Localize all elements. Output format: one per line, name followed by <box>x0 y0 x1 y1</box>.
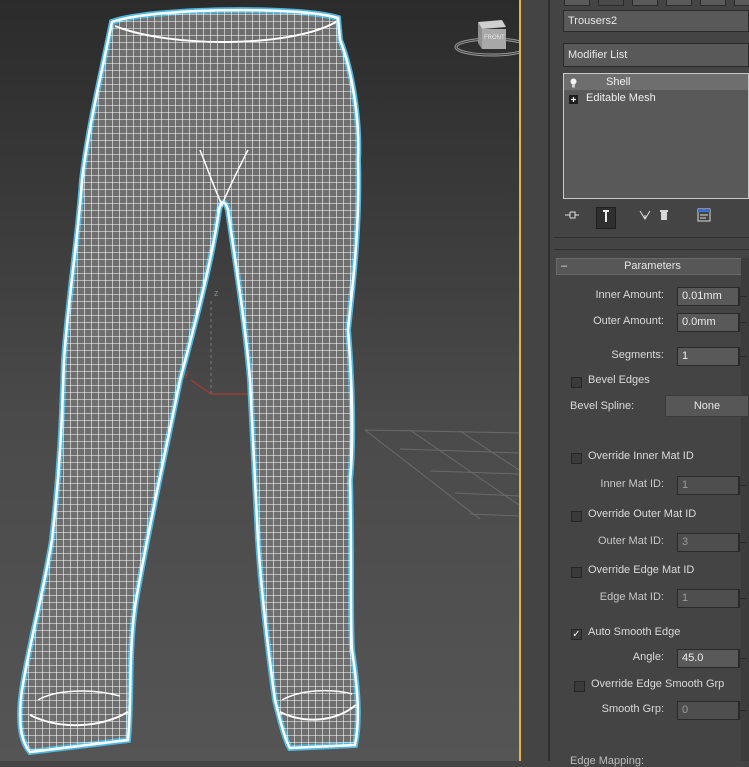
outer-amount-label: Outer Amount: <box>593 315 664 327</box>
smooth-grp-spinner[interactable] <box>739 701 747 720</box>
tab-utilities[interactable] <box>734 0 749 6</box>
panel-scrollbar[interactable] <box>741 258 749 761</box>
remove-modifier-icon[interactable] <box>654 207 674 229</box>
override-edge-mat-checkbox[interactable] <box>571 567 582 578</box>
stack-item-editable-mesh[interactable]: Editable Mesh <box>564 90 748 106</box>
edge-mapping-label: Edge Mapping: <box>570 755 644 767</box>
smooth-grp-input[interactable]: 0 <box>677 701 739 720</box>
tab-display[interactable] <box>700 0 726 6</box>
expand-plus-icon[interactable] <box>569 93 578 104</box>
perspective-viewport[interactable]: z y FRONT <box>0 0 519 761</box>
parameters-rollout-header[interactable]: – Parameters <box>556 258 749 275</box>
modifier-stack[interactable]: Shell Editable Mesh <box>563 73 749 199</box>
make-unique-icon[interactable] <box>635 207 655 229</box>
inner-amount-label: Inner Amount: <box>595 289 665 301</box>
command-panel-tabs[interactable] <box>560 0 749 6</box>
angle-input[interactable]: 45.0 <box>677 649 739 668</box>
bevel-spline-label: Bevel Spline: <box>570 400 635 412</box>
pin-stack-icon[interactable] <box>562 207 582 229</box>
outer-amount-input[interactable]: 0.0mm <box>677 313 739 332</box>
override-edge-mat-label: Override Edge Mat ID <box>588 564 695 576</box>
tab-modify[interactable] <box>598 0 624 6</box>
outer-mat-id-input[interactable]: 3 <box>677 533 739 552</box>
trousers-mesh[interactable] <box>17 7 362 756</box>
bevel-edges-checkbox[interactable] <box>571 377 582 388</box>
segments-label: Segments: <box>611 349 664 361</box>
override-inner-mat-checkbox[interactable] <box>571 453 582 464</box>
angle-spinner[interactable] <box>739 649 747 668</box>
modify-command-panel: Trousers2 Modifier List Shell Editable M… <box>550 0 749 767</box>
viewcube[interactable]: FRONT <box>454 20 519 57</box>
ground-grid <box>364 429 519 520</box>
configure-modifier-sets-icon[interactable] <box>694 207 714 229</box>
bevel-edges-label: Bevel Edges <box>588 374 650 386</box>
tab-motion[interactable] <box>666 0 692 6</box>
inner-mat-id-input[interactable]: 1 <box>677 476 739 495</box>
auto-smooth-edge-label: Auto Smooth Edge <box>588 626 681 638</box>
angle-label: Angle: <box>632 651 664 663</box>
override-smooth-grp-checkbox[interactable] <box>574 681 585 692</box>
override-inner-mat-label: Override Inner Mat ID <box>588 450 694 462</box>
edge-mat-id-label: Edge Mat ID: <box>599 591 664 603</box>
lightbulb-icon[interactable] <box>569 77 578 88</box>
edge-mat-id-spinner[interactable] <box>739 589 747 608</box>
tab-hierarchy[interactable] <box>632 0 658 6</box>
toolbar-separator <box>554 237 749 238</box>
modifier-list-dropdown[interactable]: Modifier List <box>563 43 749 67</box>
viewcube-front-label: FRONT <box>484 35 505 41</box>
axis-z-label: z <box>214 288 219 298</box>
override-smooth-grp-label: Override Edge Smooth Grp <box>591 678 725 690</box>
inner-amount-spinner[interactable] <box>739 287 747 306</box>
inner-mat-id-label: Inner Mat ID: <box>600 478 664 490</box>
outer-mat-id-spinner[interactable] <box>739 533 747 552</box>
show-end-result-icon[interactable] <box>596 207 616 229</box>
viewport-gutter <box>521 0 551 761</box>
segments-input[interactable]: 1 <box>677 347 739 366</box>
stack-item-shell[interactable]: Shell <box>564 74 748 90</box>
edge-mat-id-input[interactable]: 1 <box>677 589 739 608</box>
auto-smooth-edge-checkbox[interactable]: ✓ <box>571 629 582 640</box>
viewport-canvas: z y FRONT <box>17 7 519 756</box>
outer-amount-spinner[interactable] <box>739 313 747 332</box>
toolbar-separator <box>554 249 749 250</box>
stack-item-label: Shell <box>606 76 631 88</box>
modifier-stack-toolbar <box>560 205 749 231</box>
stack-item-label: Editable Mesh <box>586 92 656 104</box>
smooth-grp-label: Smooth Grp: <box>601 703 664 715</box>
segments-spinner[interactable] <box>739 347 747 366</box>
outer-mat-id-label: Outer Mat ID: <box>597 535 664 547</box>
tab-create[interactable] <box>564 0 590 6</box>
rollout-title: Parameters <box>624 260 681 272</box>
override-outer-mat-checkbox[interactable] <box>571 511 582 522</box>
override-outer-mat-label: Override Outer Mat ID <box>588 508 697 520</box>
inner-amount-input[interactable]: 0.01mm <box>677 287 739 306</box>
inner-mat-id-spinner[interactable] <box>739 476 747 495</box>
object-name-field[interactable]: Trousers2 <box>563 10 749 32</box>
bevel-spline-button[interactable]: None <box>665 395 749 417</box>
